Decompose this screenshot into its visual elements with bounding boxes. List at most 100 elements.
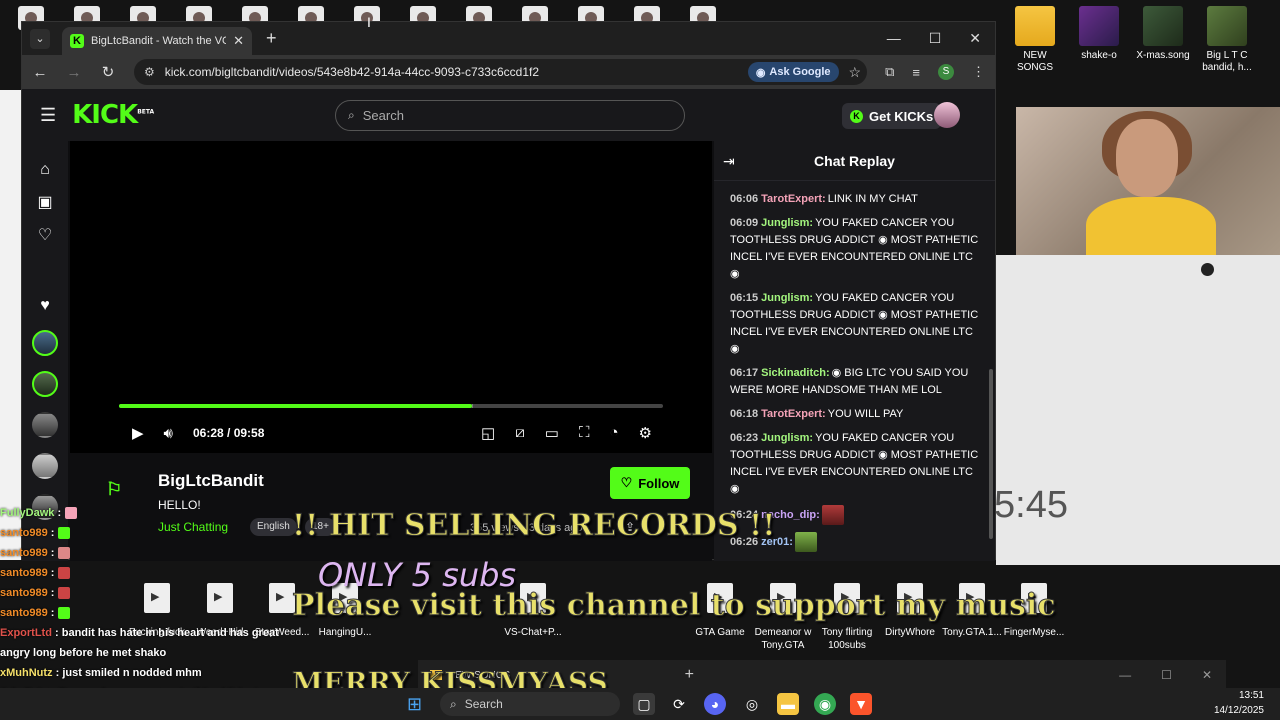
- browse-icon[interactable]: ▣: [37, 194, 52, 212]
- ask-google-button[interactable]: ◉ Ask Google: [747, 62, 839, 82]
- forward-icon[interactable]: →: [66, 64, 82, 81]
- followed-heart-icon[interactable]: ♥: [40, 297, 50, 315]
- back-icon[interactable]: ←: [32, 64, 48, 81]
- desktop-icon-xmas-song[interactable]: X-mas.song: [1133, 0, 1193, 100]
- discord-icon[interactable]: ◕: [704, 693, 726, 715]
- menu-kebab-icon[interactable]: ⋮: [972, 64, 985, 80]
- close-tab-icon[interactable]: ✕: [233, 33, 244, 49]
- close-window-icon[interactable]: ✕: [1202, 668, 1212, 682]
- app-icon[interactable]: ⟳: [668, 693, 690, 715]
- chat-username[interactable]: Junglism:: [761, 217, 813, 229]
- emote-icon: [58, 547, 71, 560]
- emote-icon: [821, 505, 844, 525]
- file-label: Tony.GTA.1...: [942, 627, 1002, 638]
- file-label: GTA Game: [695, 627, 745, 638]
- minimize-icon[interactable]: —: [887, 30, 901, 47]
- window-controls: — ☐ ✕: [887, 30, 995, 47]
- chat-message: 06:06 TarotExpert: LINK IN MY CHAT: [730, 191, 981, 208]
- new-tab-button[interactable]: +: [685, 666, 694, 684]
- site-info-icon[interactable]: ⚙: [144, 65, 155, 79]
- followed-channel-avatar[interactable]: [32, 412, 58, 438]
- home-icon[interactable]: ⌂: [40, 161, 50, 179]
- chat-message: 06:18 TarotExpert: YOU WILL PAY: [730, 406, 981, 423]
- overlay-banner-visit: Please visit this channel to support my …: [292, 588, 1057, 624]
- clip-icon[interactable]: ⧄: [515, 424, 525, 442]
- theater-mode-icon[interactable]: ▭: [545, 424, 559, 442]
- play-icon[interactable]: ▶: [132, 424, 144, 442]
- chat-timestamp: 06:17: [730, 367, 759, 379]
- follow-button[interactable]: ♡ Follow: [610, 467, 690, 499]
- file-label: DirtyWhore: [884, 627, 935, 638]
- chat-timestamp: 06:09: [730, 217, 759, 229]
- overlay-chat-text: angry long before he met shako: [0, 647, 167, 659]
- volume-icon[interactable]: 🔊︎: [164, 425, 173, 442]
- collapse-chat-icon[interactable]: ⇥: [723, 153, 735, 170]
- minimize-icon[interactable]: —: [1119, 668, 1131, 682]
- hamburger-menu-icon[interactable]: ☰: [40, 105, 56, 126]
- overlay-chat-user: santo989: [0, 527, 48, 539]
- following-heart-icon[interactable]: ♡: [38, 227, 52, 245]
- close-window-icon[interactable]: ✕: [969, 30, 981, 47]
- search-input[interactable]: ⌕ Search: [335, 100, 685, 131]
- bookmark-star-icon[interactable]: ☆: [849, 64, 862, 81]
- file-label: HangingU...: [318, 627, 372, 638]
- chat-message: 06:23 Junglism: YOU FAKED CANCER YOU TOOTH…: [730, 430, 981, 498]
- url-text[interactable]: kick.com/bigltcbandit/videos/543e8b42-91…: [165, 65, 738, 79]
- new-tab-button[interactable]: +: [266, 28, 277, 49]
- extensions-icon[interactable]: ⧉: [885, 64, 894, 80]
- chat-message: 06:09 Junglism: YOU FAKED CANCER YOU TOOTH…: [730, 215, 981, 283]
- fullscreen-icon[interactable]: ⛶: [579, 424, 590, 442]
- chat-username[interactable]: TarotExpert:: [761, 408, 826, 420]
- file-label: Demeanor w Tony.GTA: [754, 627, 812, 651]
- followed-channel-avatar[interactable]: [32, 453, 58, 479]
- webcam-overlay: [1016, 107, 1280, 255]
- emote-icon: [794, 532, 817, 552]
- kick-logo[interactable]: KICKBETA: [72, 100, 154, 130]
- desktop-icon-shake-o[interactable]: shake-o: [1069, 0, 1129, 100]
- player-right-controls: ◱ ⧄ ▭ ⛶ ◔ ⚙: [481, 424, 652, 442]
- emote-icon: [58, 527, 71, 540]
- chat-username[interactable]: Junglism:: [761, 432, 813, 444]
- omnibox[interactable]: ⚙ kick.com/bigltcbandit/videos/543e8b42-…: [134, 59, 868, 85]
- obs-icon[interactable]: ◎: [741, 693, 763, 715]
- tab-kick-vod[interactable]: K BigLtcBandit - Watch the VOD ✕: [62, 27, 252, 55]
- system-clock[interactable]: 13:51 14/12/2025: [1214, 688, 1264, 718]
- reload-icon[interactable]: ↻: [100, 63, 116, 81]
- playback-speed-icon[interactable]: ◔: [609, 424, 618, 442]
- maximize-icon[interactable]: ☐: [929, 30, 942, 47]
- chat-username[interactable]: Sickinaditch:: [761, 367, 829, 379]
- brave-icon[interactable]: ▼: [850, 693, 872, 715]
- miniplayer-icon[interactable]: ◱: [481, 424, 495, 442]
- taskbar-search[interactable]: ⌕ Search: [440, 692, 620, 716]
- windows-start-icon[interactable]: ⊞: [407, 694, 422, 715]
- chat-scrollbar[interactable]: [989, 369, 993, 539]
- time-display: 06:28 / 09:58: [193, 426, 265, 440]
- chat-username[interactable]: TarotExpert:: [761, 193, 826, 205]
- media-controls-icon[interactable]: ≡: [912, 65, 920, 80]
- settings-gear-icon[interactable]: ⚙: [639, 424, 652, 442]
- chrome-icon[interactable]: ◉: [814, 693, 836, 715]
- tab-search-button[interactable]: ⌄: [30, 28, 50, 49]
- followed-channel-avatar[interactable]: [32, 330, 58, 356]
- profile-avatar[interactable]: S: [938, 64, 954, 80]
- desktop-icon-new-songs[interactable]: NEW SONGS: [1005, 0, 1065, 100]
- video-player[interactable]: ▶ 🔊︎ 06:28 / 09:58 ◱ ⧄ ▭ ⛶ ◔ ⚙: [70, 141, 712, 453]
- chat-text: YOU WILL PAY: [827, 408, 904, 420]
- overlay-chat-text: :: [50, 567, 55, 579]
- file-explorer-icon[interactable]: ▬: [777, 693, 799, 715]
- video-progress-bar[interactable]: [119, 404, 663, 408]
- webcam-person-face: [1116, 119, 1178, 197]
- overlay-chat-text: :: [50, 527, 55, 539]
- followed-channel-avatar[interactable]: [32, 371, 58, 397]
- chat-username[interactable]: Junglism:: [761, 292, 813, 304]
- user-avatar[interactable]: [934, 102, 960, 128]
- maximize-icon[interactable]: ☐: [1161, 668, 1172, 682]
- overlay-chat-user: santo989: [0, 567, 48, 579]
- channel-name[interactable]: BigLtcBandit: [158, 471, 264, 491]
- overlay-chat-line: santo989 :: [0, 603, 300, 623]
- channel-avatar[interactable]: ⚐: [106, 479, 130, 499]
- desktop-icon-big-ltc[interactable]: Big L T C bandid, h...: [1197, 0, 1257, 100]
- get-kicks-button[interactable]: K Get KICKs: [842, 103, 942, 129]
- task-view-icon[interactable]: ▢: [633, 693, 655, 715]
- overlay-chat-line: xMuhNutz : just smiled n nodded mhm: [0, 663, 300, 683]
